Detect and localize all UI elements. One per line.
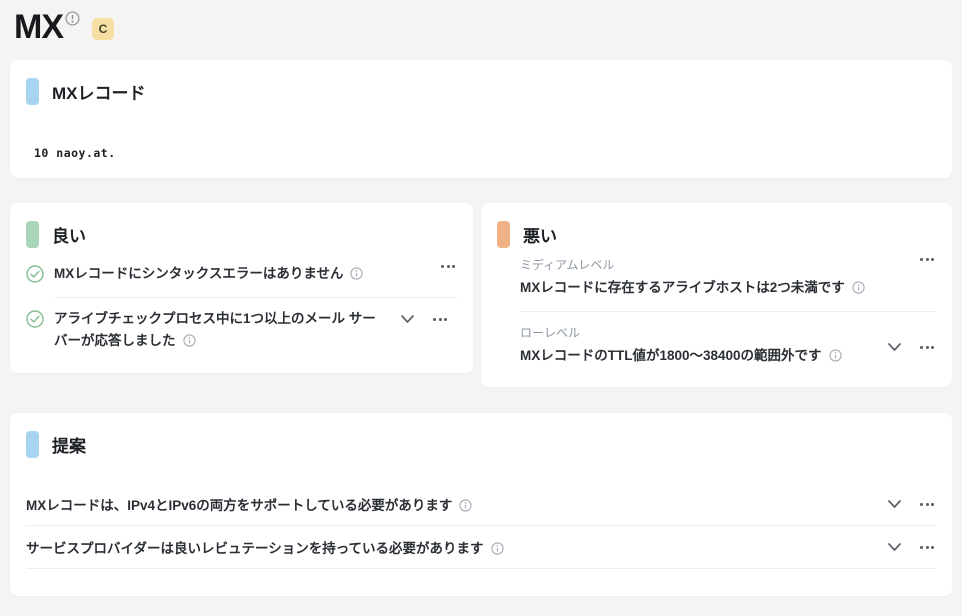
good-item-text: MXレコードにシンタックスエラーはありません [54, 263, 425, 285]
ellipsis-icon [920, 546, 934, 549]
bad-item-text: MXレコードに存在するアライブホストは2つ未満です [520, 278, 904, 298]
divider [54, 297, 457, 298]
chevron-down-icon [400, 314, 415, 324]
page-title: MX [14, 8, 63, 47]
mx-record-card-header: MXレコード [10, 60, 952, 105]
chevron-down-icon [887, 542, 902, 552]
divider [26, 568, 936, 569]
page-header: MX C [10, 8, 952, 60]
suggestions-card: 提案 MXレコードは、IPv4とIPv6の両方をサポートしている必要があります … [10, 413, 952, 596]
grade-badge: C [92, 18, 114, 40]
check-circle-icon [26, 310, 44, 333]
divider [520, 311, 936, 312]
results-row: 良い MXレコードにシンタックスエラーはありません [10, 203, 952, 387]
bad-items-list: ミディアムレベル MXレコードに存在するアライブホストは2つ未満です ローレベル… [481, 248, 952, 367]
more-menu-button[interactable] [918, 501, 936, 508]
suggestion-text: MXレコードは、IPv4とIPv6の両方をサポートしている必要があります [26, 494, 871, 514]
bad-item-row: ローレベル MXレコードのTTL値が1800〜38400の範囲外です [520, 324, 936, 366]
good-section-card: 良い MXレコードにシンタックスエラーはありません [10, 203, 473, 373]
mx-report-page: MX C MXレコード 10 naoy.at. 良い MXレコ [0, 0, 962, 596]
info-icon[interactable] [852, 280, 865, 300]
bad-item-controls [918, 256, 936, 263]
ellipsis-icon [920, 346, 934, 349]
more-menu-button[interactable] [439, 263, 457, 270]
suggestion-items-list: MXレコードは、IPv4とIPv6の両方をサポートしている必要があります サービ… [10, 458, 952, 569]
good-section-header: 良い [10, 203, 473, 248]
expand-button[interactable] [398, 312, 417, 326]
info-icon[interactable] [829, 348, 842, 368]
bad-section-header: 悪い [481, 203, 952, 248]
bad-section-card: 悪い ミディアムレベル MXレコードに存在するアライブホストは2つ未満です ロー… [481, 203, 952, 387]
bad-item-body: ローレベル MXレコードのTTL値が1800〜38400の範囲外です [520, 324, 871, 366]
chevron-down-icon [887, 342, 902, 352]
severity-label: ミディアムレベル [520, 256, 904, 273]
good-items-list: MXレコードにシンタックスエラーはありません アライブチェックプロセス中に1つ以… [10, 248, 473, 353]
suggestion-controls [885, 540, 936, 554]
bad-item-controls [885, 340, 936, 354]
expand-button[interactable] [885, 497, 904, 511]
good-item-row: MXレコードにシンタックスエラーはありません [26, 263, 457, 288]
check-circle-icon [26, 265, 44, 288]
orange-accent-bar [497, 221, 510, 248]
bad-item-row: ミディアムレベル MXレコードに存在するアライブホストは2つ未満です [520, 256, 936, 298]
chevron-down-icon [887, 499, 902, 509]
more-menu-button[interactable] [918, 344, 936, 351]
good-item-controls [398, 312, 449, 326]
good-item-controls [439, 263, 457, 270]
mx-record-card-title: MXレコード [52, 79, 146, 104]
bad-item-body: ミディアムレベル MXレコードに存在するアライブホストは2つ未満です [520, 256, 904, 298]
mx-record-card: MXレコード 10 naoy.at. [10, 60, 952, 178]
suggestion-controls [885, 497, 936, 511]
ellipsis-icon [920, 503, 934, 506]
severity-label: ローレベル [520, 324, 871, 341]
ellipsis-icon [433, 318, 447, 321]
expand-button[interactable] [885, 340, 904, 354]
good-section-title: 良い [52, 222, 86, 247]
more-menu-button[interactable] [431, 316, 449, 323]
suggestion-row: サービスプロバイダーは良いレビュテーションを持っている必要があります [26, 526, 936, 568]
more-menu-button[interactable] [918, 256, 936, 263]
mx-record-value: 10 naoy.at. [34, 146, 952, 160]
suggestions-title: 提案 [52, 432, 86, 457]
green-accent-bar [26, 221, 39, 248]
info-icon[interactable] [491, 542, 504, 558]
info-icon[interactable] [459, 499, 472, 515]
suggestion-text: サービスプロバイダーは良いレビュテーションを持っている必要があります [26, 537, 871, 557]
blue-accent-bar [26, 78, 39, 105]
info-icon[interactable] [350, 265, 363, 287]
good-item-row: アライブチェックプロセス中に1つ以上のメール サーバーが応答しました [26, 308, 457, 353]
more-menu-button[interactable] [918, 544, 936, 551]
blue-accent-bar [26, 431, 39, 458]
expand-button[interactable] [885, 540, 904, 554]
good-item-text: アライブチェックプロセス中に1つ以上のメール サーバーが応答しました [54, 308, 384, 353]
ellipsis-icon [441, 265, 455, 268]
suggestions-header: 提案 [10, 413, 952, 458]
title-info-icon[interactable] [65, 11, 80, 31]
ellipsis-icon [920, 258, 934, 261]
bad-section-title: 悪い [523, 222, 557, 247]
suggestion-row: MXレコードは、IPv4とIPv6の両方をサポートしている必要があります [26, 483, 936, 525]
info-icon[interactable] [183, 332, 196, 354]
bad-item-text: MXレコードのTTL値が1800〜38400の範囲外です [520, 346, 871, 366]
